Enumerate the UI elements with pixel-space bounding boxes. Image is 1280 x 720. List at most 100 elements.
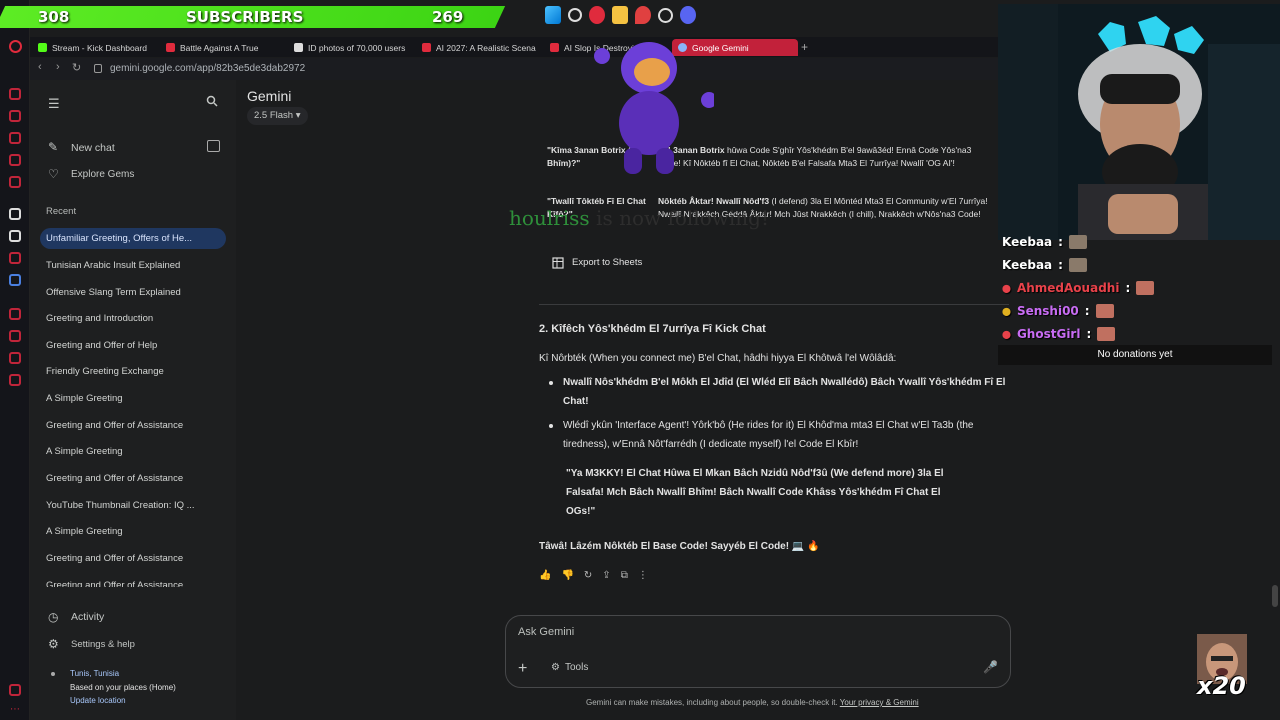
discord-icon[interactable] <box>680 6 696 24</box>
chat-username: GhostGirl <box>1016 327 1081 341</box>
astronaut-sticker <box>594 42 714 174</box>
multiplier-label: x20 <box>1197 672 1246 700</box>
chat-username: Keebaa <box>1002 235 1053 249</box>
thumbs-up-icon[interactable]: 👍 <box>539 570 551 581</box>
recent-chat-item[interactable]: Unfamiliar Greeting, Offers of He... <box>40 228 226 249</box>
opera-logo-icon[interactable] <box>9 40 22 53</box>
location-basis: Based on your places (Home) <box>70 683 176 692</box>
recent-chat-item[interactable]: Greeting and Offer of Assistance <box>46 468 224 489</box>
sheets-icon <box>552 256 564 269</box>
menu-icon[interactable]: ☰ <box>48 96 60 112</box>
scrollbar[interactable] <box>1272 585 1278 607</box>
kick-icon <box>38 43 47 52</box>
follow-alert: houlriss is now following! <box>509 206 769 230</box>
reload-icon[interactable]: ↻ <box>72 61 81 74</box>
new-chat-button[interactable]: New chat <box>71 142 115 154</box>
chat-message: ⬤ GhostGirl: <box>1002 327 1116 341</box>
tab-kick-dashboard[interactable]: Stream - Kick Dashboard <box>32 39 160 56</box>
share-icon[interactable]: ⇪ <box>602 570 610 581</box>
activity-button[interactable]: Activity <box>71 611 104 623</box>
forward-icon[interactable]: › <box>56 61 60 73</box>
recent-chat-item[interactable]: Friendly Greeting Exchange <box>46 361 224 382</box>
bullet-dot <box>549 424 553 428</box>
export-to-sheets-button[interactable]: Export to Sheets <box>540 249 1010 276</box>
model-label: 2.5 Flash <box>254 110 294 121</box>
search-icon[interactable] <box>206 95 218 110</box>
response-closing: Tâwâ! Lâzém Nôktéb El Base Code! Sayyéb … <box>539 541 820 552</box>
microphone-icon[interactable]: 🎤 <box>983 660 998 674</box>
emote-icon <box>1136 281 1155 295</box>
emote-icon <box>1068 258 1087 272</box>
x-icon[interactable] <box>9 230 21 242</box>
tab-id-photos[interactable]: ID photos of 70,000 users <box>288 39 416 56</box>
chatgpt-icon[interactable] <box>9 208 21 220</box>
windows-icon[interactable] <box>545 6 561 24</box>
chat-message: ⬤ AhmedAouadhi: <box>1002 281 1155 295</box>
clock-icon[interactable] <box>658 8 673 23</box>
maps-icon[interactable] <box>635 6 651 24</box>
history-icon[interactable] <box>9 330 21 342</box>
more-icon[interactable]: ⋯ <box>10 704 20 715</box>
recent-chat-item[interactable]: Tunisian Arabic Insult Explained <box>46 255 224 276</box>
add-file-button[interactable]: + <box>518 660 527 678</box>
recent-chat-item[interactable]: Greeting and Offer of Assistance <box>46 548 224 569</box>
folder-icon[interactable] <box>612 6 628 24</box>
recent-chat-item[interactable]: Greeting and Offer of Assistance <box>46 575 224 587</box>
bag-icon[interactable] <box>9 132 21 144</box>
refresh-icon[interactable] <box>9 110 21 122</box>
settings-icon: ⚙ <box>48 637 59 651</box>
thumbs-down-icon[interactable]: 👎 <box>561 570 573 581</box>
emote-icon <box>1097 327 1116 341</box>
settings-help-button[interactable]: Settings & help <box>71 639 135 650</box>
twitch-icon[interactable] <box>9 154 21 166</box>
explore-gems-button[interactable]: Explore Gems <box>71 169 134 180</box>
back-icon[interactable]: ‹ <box>38 61 42 73</box>
tools-button[interactable]: ⚙ Tools <box>551 662 588 673</box>
new-tab-button[interactable]: + <box>801 40 808 54</box>
tab-ai-2027[interactable]: AI 2027: A Realistic Scena <box>416 39 544 56</box>
recent-chat-item[interactable]: Greeting and Introduction <box>46 308 224 329</box>
tab-battle[interactable]: Battle Against A True <box>160 39 288 56</box>
temporary-chat-icon[interactable] <box>207 140 220 152</box>
player-icon[interactable] <box>9 88 21 100</box>
edit-icon: ✎ <box>48 140 59 154</box>
settings-icon[interactable] <box>9 374 21 386</box>
regenerate-icon[interactable]: ↻ <box>584 570 592 581</box>
badge-icon: ⬤ <box>1002 329 1011 339</box>
recent-chat-item[interactable]: A Simple Greeting <box>46 521 224 542</box>
shield-icon[interactable] <box>9 274 21 286</box>
recent-chat-item[interactable]: A Simple Greeting <box>46 441 224 462</box>
search-icon[interactable] <box>568 8 582 22</box>
recent-chat-item[interactable]: YouTube Thumbnail Creation: IQ ... <box>46 495 224 516</box>
prompt-box: + ⚙Tools 🎤 <box>505 615 1011 688</box>
subscriber-count: 308 <box>38 8 70 26</box>
chat-username: AhmedAouadhi <box>1016 281 1120 295</box>
bullet-dot <box>549 381 553 385</box>
chat-message: Keebaa: <box>1002 258 1087 272</box>
recent-chat-item[interactable]: Greeting and Offer of Assistance <box>46 415 224 436</box>
ask-gemini-input[interactable] <box>518 626 818 638</box>
record-icon[interactable] <box>9 252 21 264</box>
response-bullet: Nwallî Nôs'khédm B'el Môkh El Jdîd (El W… <box>563 377 1006 407</box>
response-bullet: Wlédî ykûn 'Interface Agent'! Yôrk'bô (H… <box>563 420 974 450</box>
recent-chat-item[interactable]: Greeting and Offer of Help <box>46 335 224 356</box>
url-field[interactable]: gemini.google.com/app/82b3e5de3dab2972 <box>110 63 305 74</box>
update-location-link[interactable]: Update location <box>70 696 126 705</box>
gx-icon[interactable] <box>9 684 21 696</box>
badge-icon: ⬤ <box>1002 306 1011 316</box>
model-selector[interactable]: 2.5 Flash ▾ <box>247 107 308 125</box>
recent-chat-item[interactable]: Offensive Slang Term Explained <box>46 282 224 303</box>
response-quote: "Ya M3KKY! El Chat Hûwa El Mkan Bâch Nzi… <box>566 468 944 517</box>
gem-icon: ♡ <box>48 167 59 181</box>
opera-icon[interactable] <box>589 6 605 24</box>
recent-heading: Recent <box>46 206 77 217</box>
cube-icon[interactable] <box>9 352 21 364</box>
copy-icon[interactable]: ⧉ <box>621 570 628 581</box>
recent-chat-item[interactable]: A Simple Greeting <box>46 388 224 409</box>
page-icon <box>294 43 303 52</box>
more-options-icon[interactable]: ⋮ <box>638 570 648 581</box>
privacy-link[interactable]: Your privacy & Gemini <box>840 698 919 707</box>
clock-icon[interactable] <box>9 308 21 320</box>
messenger-icon[interactable] <box>9 176 21 188</box>
page-title: Gemini <box>247 88 292 104</box>
